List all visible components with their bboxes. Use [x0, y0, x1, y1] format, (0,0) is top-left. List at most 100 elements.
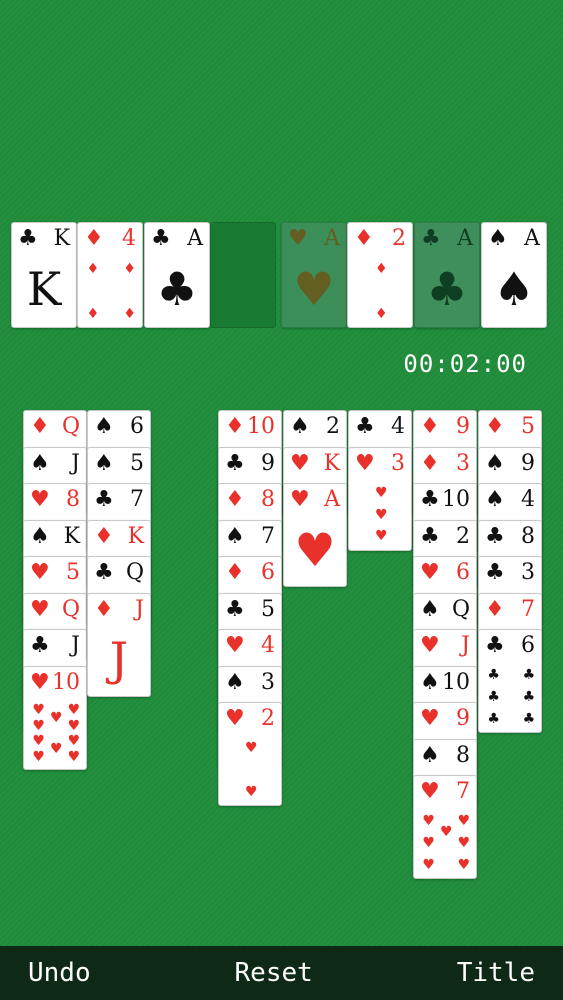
- hearts-icon: ♥: [422, 835, 435, 851]
- card-rank: 5: [66, 560, 80, 585]
- clubs-icon: ♣: [420, 523, 440, 549]
- card-rank: A: [524, 226, 540, 251]
- tableau-card[interactable]: ♥ 3 ♥ ♥ ♥: [348, 446, 412, 551]
- hearts-icon: ♥: [375, 506, 388, 523]
- card-rank: 9: [261, 450, 275, 476]
- card-rank: 5: [261, 596, 275, 622]
- tableau-card[interactable]: ♥ 10 ♥ ♥ ♥ ♥ ♥ ♥ ♥ ♥ ♥ ♥: [23, 665, 87, 770]
- reset-button[interactable]: Reset: [207, 946, 341, 1000]
- clubs-icon: ♣: [487, 689, 500, 705]
- diamonds-icon: ♦: [30, 414, 50, 439]
- hearts-icon: ♥: [290, 450, 310, 476]
- card-rank: 4: [261, 633, 275, 658]
- hearts-icon: ♥: [32, 733, 45, 750]
- game-timer: 00:02:00: [403, 350, 527, 378]
- card-rank: 5: [130, 450, 144, 476]
- diamonds-icon: ♦: [375, 305, 388, 322]
- hearts-icon: ♥: [290, 487, 310, 512]
- hearts-icon: ♥: [422, 813, 435, 830]
- hearts-icon: ♥: [32, 702, 45, 719]
- hearts-icon: ♥: [67, 702, 81, 719]
- hearts-icon: ♥: [245, 783, 258, 800]
- tableau-card[interactable]: ♦ J J: [87, 592, 151, 697]
- card-rank: J: [71, 450, 80, 476]
- tableau-card[interactable]: ♥ A ♥: [283, 483, 347, 587]
- card-rank: 3: [521, 560, 535, 585]
- hearts-icon: ♥: [67, 733, 81, 750]
- spades-icon: ♠: [94, 450, 114, 476]
- diamonds-icon: ♦: [123, 260, 136, 277]
- hearts-icon: ♥: [420, 560, 440, 585]
- hearts-icon: ♥: [355, 450, 375, 476]
- hearts-icon: ♥: [422, 856, 435, 873]
- foundation-card[interactable]: ♦ 2 ♦ ♦: [347, 222, 413, 328]
- tableau-card[interactable]: ♥ 7 ♥ ♥ ♥ ♥ ♥ ♥ ♥: [413, 775, 477, 879]
- card-rank: J: [71, 633, 80, 658]
- hearts-icon: ♥: [30, 487, 50, 512]
- card-rank: A: [457, 226, 473, 251]
- tableau-card[interactable]: ♥ 2 ♥ ♥: [218, 702, 282, 806]
- diamonds-icon: ♦: [485, 414, 505, 439]
- card-rank: K: [127, 523, 144, 549]
- card-rank: 8: [66, 487, 80, 512]
- card-rank: 8: [261, 487, 275, 512]
- clubs-icon: ♣: [156, 262, 198, 317]
- clubs-icon: ♣: [30, 633, 50, 658]
- card-rank: 2: [456, 523, 470, 549]
- clubs-icon: ♣: [420, 487, 440, 512]
- hearts-icon: ♥: [225, 633, 245, 658]
- spades-icon: ♠: [30, 450, 50, 476]
- foundation-card[interactable]: ♣ A ♣: [414, 222, 480, 328]
- foundation-card[interactable]: ♠ A ♠: [481, 222, 547, 328]
- hearts-icon: ♥: [50, 740, 63, 757]
- empty-cell-slot[interactable]: [210, 222, 276, 328]
- free-cell-card[interactable]: ♦ 4 ♦ ♦ ♦ ♦: [77, 222, 143, 328]
- foundation-card[interactable]: ♥ A ♥: [281, 222, 347, 328]
- hearts-icon: ♥: [375, 528, 388, 545]
- card-rank: 6: [130, 414, 144, 439]
- spades-icon: ♠: [94, 414, 114, 439]
- card-pips: ♥ ♥ ♥ ♥ ♥ ♥ ♥: [414, 812, 476, 872]
- hearts-icon: ♥: [32, 717, 45, 734]
- undo-button[interactable]: Undo: [0, 946, 119, 1000]
- hearts-icon: ♥: [30, 560, 50, 585]
- card-face-rank: K: [26, 262, 62, 317]
- card-rank: 7: [130, 487, 144, 512]
- card-pips: ♣ ♣ ♣ ♣ ♣ ♣: [479, 666, 541, 726]
- spades-icon: ♠: [485, 487, 505, 512]
- bottom-toolbar: Undo Reset Title: [0, 946, 563, 1000]
- hearts-icon: ♥: [67, 748, 81, 765]
- clubs-icon: ♣: [487, 710, 500, 727]
- card-rank: 7: [456, 779, 470, 804]
- card-rank: Q: [451, 596, 470, 622]
- free-cell-card[interactable]: ♣ K K: [11, 222, 77, 328]
- card-rank: 9: [521, 450, 535, 476]
- card-rank: 4: [122, 226, 136, 251]
- clubs-icon: ♣: [522, 667, 536, 684]
- diamonds-icon: ♦: [485, 596, 505, 622]
- clubs-icon: ♣: [426, 262, 468, 317]
- clubs-icon: ♣: [485, 523, 505, 549]
- clubs-icon: ♣: [522, 689, 536, 705]
- card-rank: 10: [52, 669, 80, 695]
- spades-icon: ♠: [420, 669, 440, 695]
- card-rank: 2: [392, 226, 406, 251]
- title-button[interactable]: Title: [429, 946, 563, 1000]
- spades-icon: ♠: [290, 414, 310, 439]
- hearts-icon: ♥: [245, 740, 258, 757]
- card-rank: 7: [261, 523, 275, 549]
- tableau-card[interactable]: ♣ 6 ♣ ♣ ♣ ♣ ♣ ♣: [478, 629, 542, 733]
- card-rank: 2: [261, 706, 275, 731]
- card-rank: A: [187, 226, 203, 251]
- hearts-icon: ♥: [225, 706, 245, 731]
- free-cell-card[interactable]: ♣ A ♣: [144, 222, 210, 328]
- diamonds-icon: ♦: [86, 305, 100, 322]
- clubs-icon: ♣: [485, 560, 505, 585]
- clubs-icon: ♣: [421, 226, 441, 251]
- clubs-icon: ♣: [94, 560, 114, 585]
- card-rank: 9: [456, 414, 470, 439]
- card-rank: 6: [261, 560, 275, 585]
- hearts-icon: ♥: [420, 779, 440, 804]
- card-rank: 3: [261, 669, 275, 695]
- clubs-icon: ♣: [487, 667, 500, 684]
